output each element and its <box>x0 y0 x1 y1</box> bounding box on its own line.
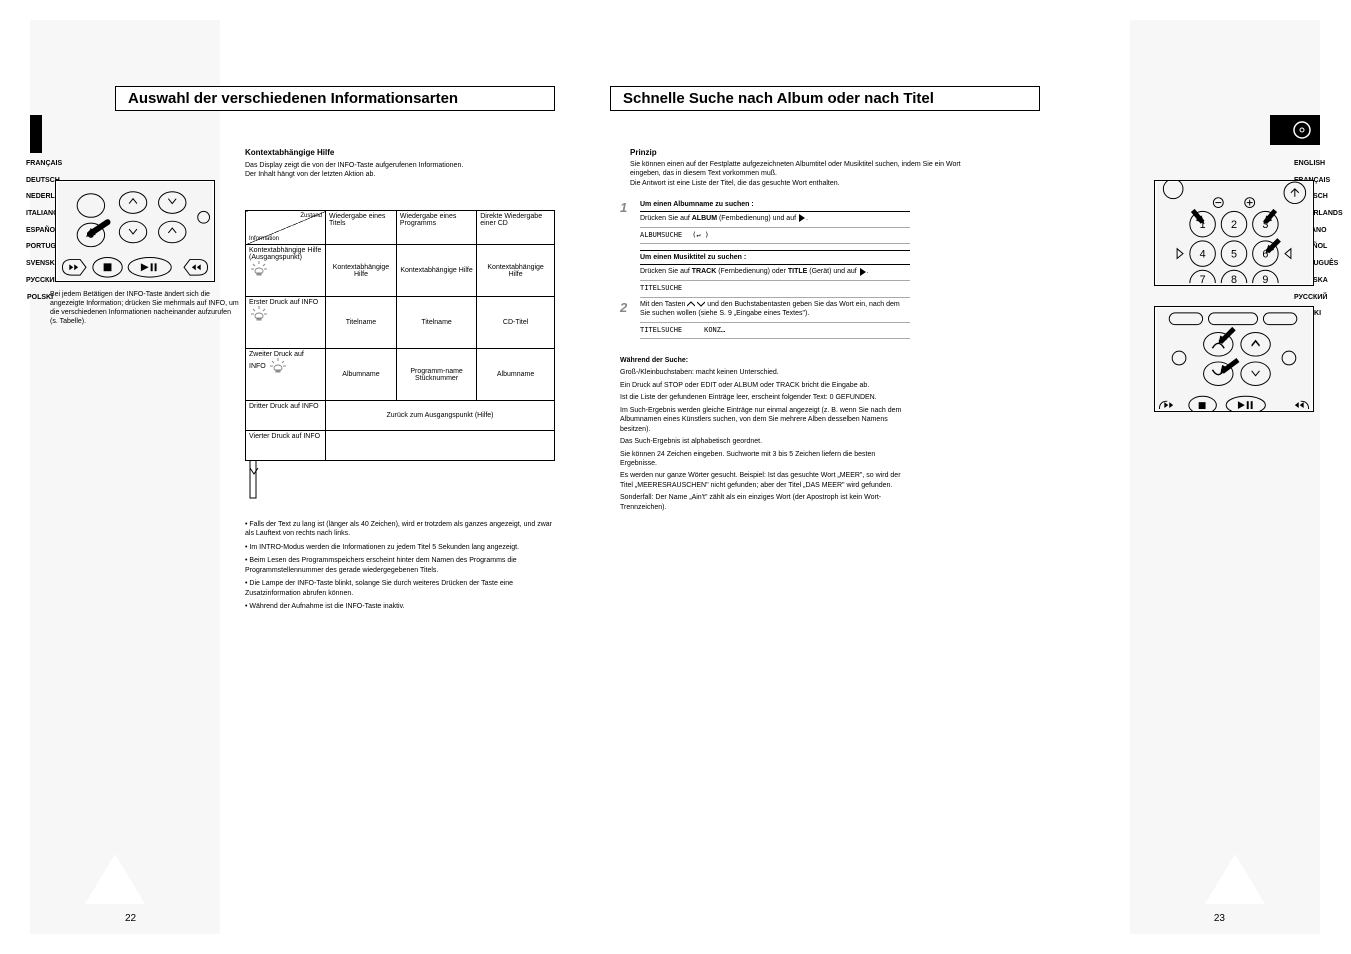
table-cell: Titelname <box>396 297 476 349</box>
page-title-right: Schnelle Suche nach Album oder nach Tite… <box>610 86 1040 111</box>
display-tag: ALBUMSUCHE <box>640 231 682 239</box>
intro-p1: Sie können einen auf der Festplatte aufg… <box>630 160 980 178</box>
left-notes: Falls der Text zu lang ist (länger als 4… <box>245 520 555 616</box>
left-help-block: Kontextabhängige Hilfe Das Display zeigt… <box>245 148 555 180</box>
table-cell: CD-Titel <box>477 297 555 349</box>
note-item: Im INTRO-Modus werden die Informationen … <box>245 543 555 552</box>
table-cell: Albumname <box>477 349 555 401</box>
chevron-up-icon <box>687 300 695 308</box>
note-item: Während der Aufnahme ist die INFO-Taste … <box>245 602 555 611</box>
step-heading-2: Um einen Musiktitel zu suchen : <box>640 250 910 265</box>
right-notes: Während der Suche: Groß-/Kleinbuchstaben… <box>620 356 910 515</box>
intro-p2: Die Antwort ist eine Liste der Titel, di… <box>630 179 980 188</box>
table-rowlabel: Erster Druck auf INFO <box>249 299 318 306</box>
table-cell: Programm-name Stücknummer <box>396 349 476 401</box>
table-rowlabel: Vierter Druck auf INFO <box>246 431 326 461</box>
lang-item: ESPAÑOL <box>26 227 54 235</box>
note-item: Sie können 24 Zeichen eingeben. Suchwort… <box>620 450 910 469</box>
table-cell: Albumname <box>326 349 397 401</box>
step-heading: Um einen Albumname zu suchen : <box>640 200 910 212</box>
table-rowlabel: Dritter Druck auf INFO <box>246 401 326 431</box>
remote-keypad-illustration: 1 2 3 4 5 6 7 8 9 <box>1154 180 1314 286</box>
section-tab-right <box>1270 115 1320 145</box>
note-item: Im Such-Ergebnis werden gleiche Einträge… <box>620 406 910 434</box>
disc-icon <box>1292 120 1312 140</box>
help-p1: Das Display zeigt die von der INFO-Taste… <box>245 161 555 170</box>
left-intro-text: Bei jedem Betätigen der INFO-Taste änder… <box>50 290 240 326</box>
remote-illustration-left <box>55 180 215 282</box>
language-strip-left: FRANÇAIS DEUTSCH NEDERLANDS ITALIANO ESP… <box>26 160 54 310</box>
lamp-icon <box>249 306 269 322</box>
svg-text:9: 9 <box>1262 274 1268 285</box>
svg-text:7: 7 <box>1200 274 1206 285</box>
note-item: Ist die Liste der gefundenen Einträge le… <box>620 393 910 402</box>
table-hdr-bl: Information <box>249 236 279 242</box>
lang-item: NEDERLANDS <box>26 193 54 201</box>
note-item: Falls der Text zu lang ist (länger als 4… <box>245 520 555 539</box>
lang-item: FRANÇAIS <box>26 160 54 168</box>
remote-nav-illustration <box>1154 306 1314 412</box>
page-left: FRANÇAIS DEUTSCH NEDERLANDS ITALIANO ESP… <box>30 20 670 934</box>
info-table: Zustand Information Wiedergabe eines Tit… <box>245 210 555 461</box>
play-icon <box>859 268 867 276</box>
page-arrow-left <box>85 854 145 904</box>
svg-text:5: 5 <box>1231 249 1237 261</box>
lang-item: PORTUGUÊS <box>26 243 54 251</box>
lang-item: ENGLISH <box>1294 160 1322 168</box>
lang-item: SVENSKA <box>26 260 54 268</box>
table-cell: Zurück zum Ausgangspunkt (Hilfe) <box>326 401 555 431</box>
note-item: Die Lampe der INFO-Taste blinkt, solange… <box>245 579 555 598</box>
intro-heading: Prinzip <box>630 148 980 158</box>
help-heading: Kontextabhängige Hilfe <box>245 148 555 158</box>
page-title-left: Auswahl der verschiedenen Informationsar… <box>115 86 555 111</box>
svg-text:2: 2 <box>1231 219 1237 231</box>
display-tag: TITELSUCHE <box>640 326 682 334</box>
display-value: KONZ… <box>704 326 725 334</box>
page-arrow-right <box>1205 854 1265 904</box>
table-col: Direkte Wiedergabe einer CD <box>477 211 555 245</box>
svg-text:8: 8 <box>1231 274 1237 285</box>
help-p2: Der Inhalt hängt von der letzten Aktion … <box>245 170 555 179</box>
note-item: Sonderfall: Der Name „Ain't" zählt als e… <box>620 493 910 512</box>
side-strip-left <box>30 20 220 934</box>
step-2: 2 Mit den Tasten und den Buchstabentaste… <box>620 300 910 339</box>
page-number-right: 23 <box>1214 913 1225 924</box>
note-item: Ein Druck auf STOP oder EDIT oder ALBUM … <box>620 381 910 390</box>
note-item: Groß-/Kleinbuchstaben: macht keinen Unte… <box>620 368 910 377</box>
table-col: Wiedergabe eines Programms <box>396 211 476 245</box>
notes-heading: Während der Suche: <box>620 356 910 365</box>
lang-item: РУССКИЙ <box>1294 294 1322 302</box>
lamp-icon <box>249 261 269 277</box>
lang-item: DEUTSCH <box>26 177 54 185</box>
section-tab-left <box>30 115 42 153</box>
play-icon <box>798 214 806 222</box>
lang-item: РУССКИЙ <box>26 277 54 285</box>
step-number: 1 <box>620 200 638 218</box>
table-hdr-tl: Zustand <box>300 213 322 219</box>
side-strip-right <box>1130 20 1320 934</box>
chevron-down-icon <box>697 300 705 308</box>
table-cell: Titelname <box>326 297 397 349</box>
step-1: 1 Um einen Albumname zu suchen : Drücken… <box>620 200 910 298</box>
display-args: (↵ ) <box>692 231 709 239</box>
svg-text:4: 4 <box>1200 249 1206 261</box>
lamp-icon <box>268 358 288 374</box>
table-cell: Kontextabhängige Hilfe <box>396 245 476 297</box>
note-item: Beim Lesen des Programmspeichers erschei… <box>245 556 555 575</box>
display-tag: TITELSUCHE <box>640 284 682 292</box>
note-item: Es werden nur ganze Wörter gesucht. Beis… <box>620 471 910 490</box>
lang-item: ITALIANO <box>26 210 54 218</box>
right-intro: Prinzip Sie können einen auf der Festpla… <box>630 148 980 188</box>
table-cell: Kontextabhängige Hilfe <box>477 245 555 297</box>
table-col: Wiedergabe eines Titels <box>326 211 397 245</box>
step-number: 2 <box>620 300 638 318</box>
table-cell: Kontextabhängige Hilfe <box>326 245 397 297</box>
table-cell <box>326 431 555 461</box>
note-item: Das Such-Ergebnis ist alphabetisch geord… <box>620 437 910 446</box>
page-number-left: 22 <box>125 913 136 924</box>
table-rowlabel: Kontextabhängige Hilfe (Ausgangspunkt) <box>249 247 321 261</box>
page-right: ENGLISH FRANÇAIS DEUTSCH NEDERLANDS ITAL… <box>680 20 1320 934</box>
